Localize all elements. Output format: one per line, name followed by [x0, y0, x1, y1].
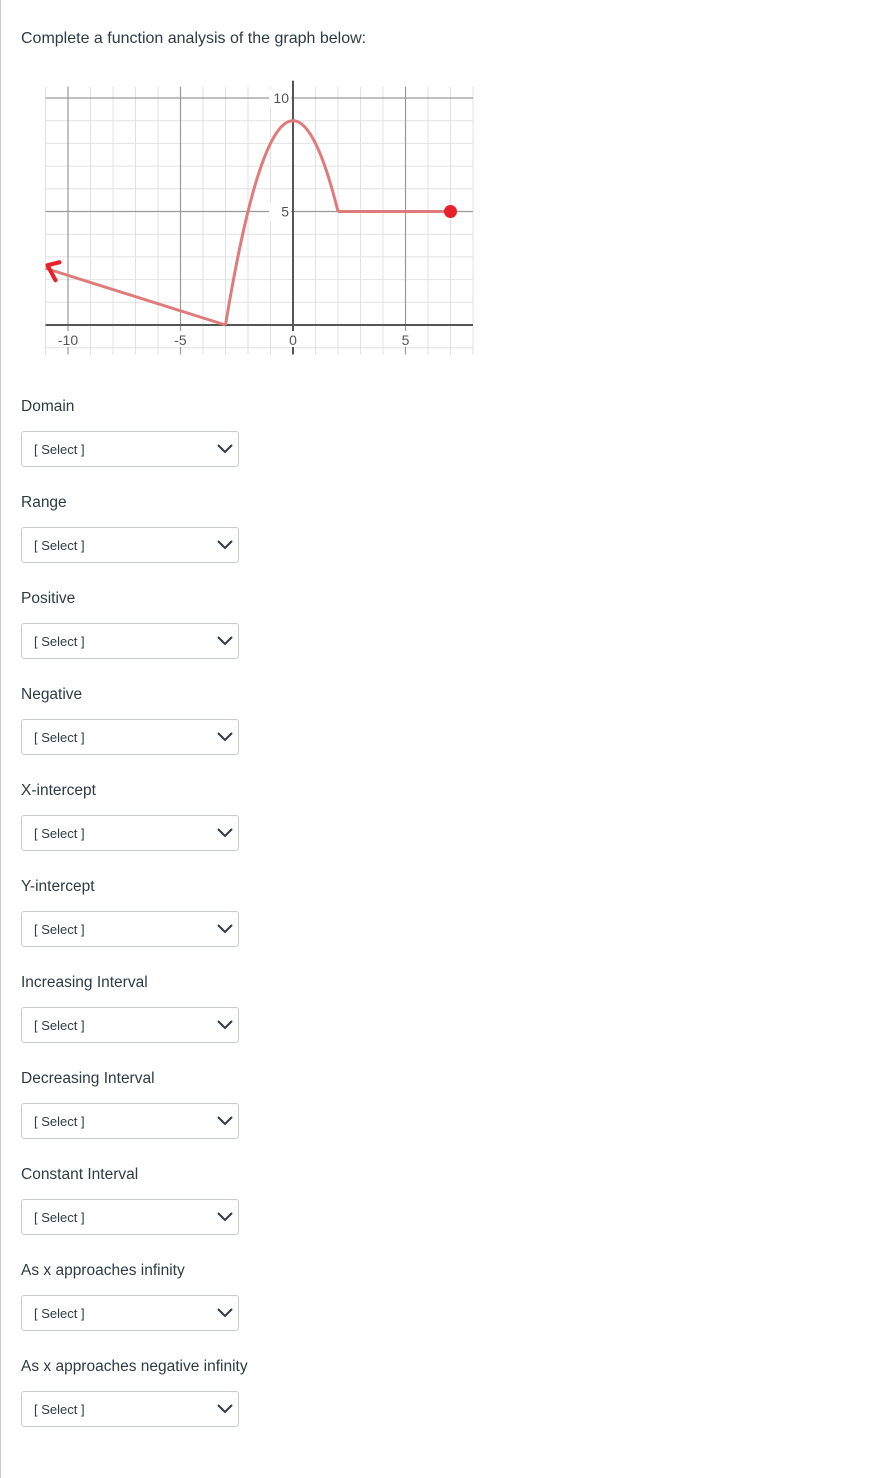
tick-labels: -10 -5 0 5 5 10	[55, 89, 419, 348]
select-as-x-approaches-infinity[interactable]: [ Select ]	[21, 1295, 239, 1331]
chevron-down-icon	[217, 1212, 233, 1222]
select-decreasing-interval[interactable]: [ Select ]	[21, 1103, 239, 1139]
select-constant-interval[interactable]: [ Select ]	[21, 1199, 239, 1235]
axes	[45, 80, 473, 355]
x-tick-label: -10	[58, 332, 78, 348]
chevron-down-icon	[217, 924, 233, 934]
select-value: [ Select ]	[34, 730, 85, 745]
chevron-down-icon	[217, 1020, 233, 1030]
chevron-down-icon	[217, 636, 233, 646]
y-tick-label: 10	[273, 90, 289, 106]
field-label-constant-interval: Constant Interval	[21, 1166, 139, 1183]
chevron-down-icon	[217, 1116, 233, 1126]
select-y-intercept[interactable]: [ Select ]	[21, 911, 239, 947]
select-value: [ Select ]	[34, 1210, 85, 1225]
field-label-x-intercept: X-intercept	[21, 782, 96, 799]
chevron-down-icon	[217, 828, 233, 838]
select-value: [ Select ]	[34, 538, 85, 553]
chevron-down-icon	[217, 540, 233, 550]
select-value: [ Select ]	[34, 634, 85, 649]
select-value: [ Select ]	[34, 1018, 85, 1033]
select-value: [ Select ]	[34, 1114, 85, 1129]
field-label-positive: Positive	[21, 590, 76, 607]
grid-minor-lines	[45, 86, 474, 355]
field-label-increasing-interval: Increasing Interval	[21, 974, 148, 991]
curve-markers	[45, 205, 457, 283]
x-tick-label: 0	[289, 332, 297, 348]
select-value: [ Select ]	[34, 1306, 85, 1321]
select-value: [ Select ]	[34, 442, 85, 457]
function-graph: -10 -5 0 5 5 10	[45, 80, 474, 355]
chevron-down-icon	[217, 1308, 233, 1318]
chevron-down-icon	[217, 1404, 233, 1414]
select-value: [ Select ]	[34, 1402, 85, 1417]
select-negative[interactable]: [ Select ]	[21, 719, 239, 755]
select-increasing-interval[interactable]: [ Select ]	[21, 1007, 239, 1043]
select-value: [ Select ]	[34, 922, 85, 937]
field-label-as-x-approaches-negative-infinity: As x approaches negative infinity	[21, 1358, 248, 1375]
select-range[interactable]: [ Select ]	[21, 527, 239, 563]
field-label-domain: Domain	[21, 398, 75, 415]
chevron-down-icon	[217, 444, 233, 454]
select-value: [ Select ]	[34, 826, 85, 841]
x-tick-label: 5	[402, 332, 410, 348]
curve-segment-parabola	[224, 119, 340, 326]
select-x-intercept[interactable]: [ Select ]	[21, 815, 239, 851]
chevron-down-icon	[217, 732, 233, 742]
field-label-y-intercept: Y-intercept	[21, 878, 95, 895]
grid-major-lines	[45, 86, 473, 355]
select-positive[interactable]: [ Select ]	[21, 623, 239, 659]
field-label-negative: Negative	[21, 686, 83, 703]
select-domain[interactable]: [ Select ]	[21, 431, 239, 467]
field-label-range: Range	[21, 494, 67, 511]
y-tick-label: 5	[281, 204, 289, 220]
x-tick-label: -5	[174, 332, 187, 348]
select-as-x-approaches-negative-infinity[interactable]: [ Select ]	[21, 1391, 239, 1427]
field-label-as-x-approaches-infinity: As x approaches infinity	[21, 1262, 185, 1279]
closed-endpoint-dot	[444, 205, 457, 218]
field-label-decreasing-interval: Decreasing Interval	[21, 1070, 155, 1087]
